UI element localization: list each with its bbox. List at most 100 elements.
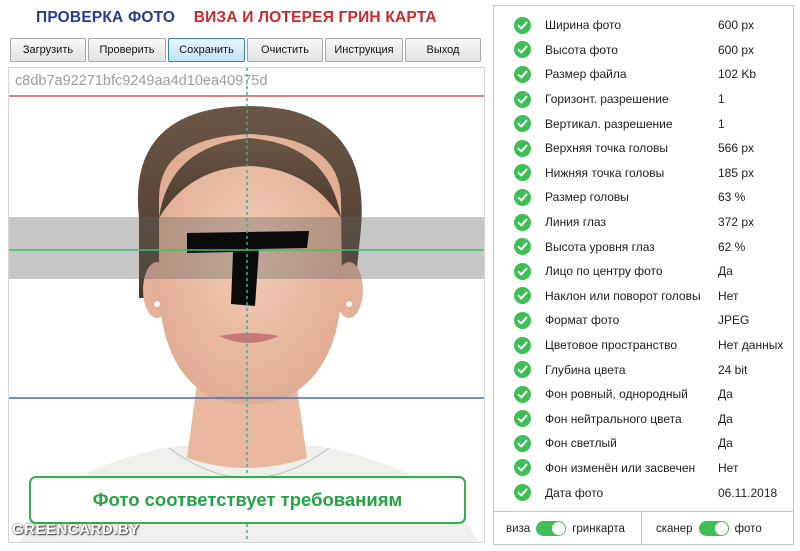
mode-toggles: виза гринкарта сканер фото bbox=[494, 511, 793, 545]
save-button[interactable]: Сохранить bbox=[168, 38, 245, 62]
check-row: Фон изменён или засвечен Нет bbox=[494, 456, 793, 481]
toggle-knob bbox=[552, 522, 566, 535]
check-value: Да bbox=[718, 411, 733, 426]
checkmark-icon bbox=[514, 262, 531, 280]
status-message: Фото соответствует требованиям bbox=[29, 476, 466, 524]
check-label: Формат фото bbox=[545, 313, 620, 328]
toggle-greencard-label: гринкарта bbox=[572, 522, 625, 535]
check-value: 185 px bbox=[718, 165, 755, 180]
check-row: Вертикал. разрешение 1 bbox=[494, 111, 793, 136]
check-row: Лицо по центру фото Да bbox=[494, 259, 793, 284]
load-button[interactable]: Загрузить bbox=[10, 38, 86, 62]
visa-greencard-group: виза гринкарта bbox=[494, 512, 642, 545]
title-visa-lottery: ВИЗА И ЛОТЕРЕЯ ГРИН КАРТА bbox=[193, 9, 437, 26]
check-list: Ширина фото 600 px Высота фото 600 px Размер… bbox=[494, 13, 793, 505]
toggle-knob bbox=[714, 522, 728, 535]
check-label: Фон светлый bbox=[545, 436, 617, 451]
check-label: Высота уровня глаз bbox=[545, 239, 655, 254]
checkmark-icon bbox=[514, 188, 531, 206]
check-label: Горизонт. разрешение bbox=[545, 92, 669, 107]
check-label: Нижняя точка головы bbox=[545, 165, 665, 180]
check-label: Вертикал. разрешение bbox=[545, 116, 673, 131]
check-row: Дата фото 06.11.2018 bbox=[494, 480, 793, 505]
checkmark-icon bbox=[514, 311, 531, 329]
instructions-button[interactable]: Инструкция bbox=[325, 38, 403, 62]
check-value: 62 % bbox=[718, 239, 746, 254]
check-value: Да bbox=[718, 264, 733, 279]
toggle-photo-label: фото bbox=[734, 522, 762, 535]
checkmark-icon bbox=[514, 16, 531, 34]
watermark: GREENCARD.BY bbox=[12, 521, 140, 538]
check-row: Верхняя точка головы 566 px bbox=[494, 136, 793, 161]
check-value: 566 px bbox=[718, 141, 755, 156]
check-value: Нет bbox=[718, 288, 739, 303]
toolbar: Загрузить Проверить Сохранить Очистить И… bbox=[10, 38, 481, 62]
check-label: Ширина фото bbox=[545, 18, 622, 33]
toggle-visa-label: виза bbox=[506, 522, 531, 535]
checkmark-icon bbox=[514, 410, 531, 428]
checkmark-icon bbox=[514, 287, 531, 305]
check-label: Фон ровный, однородный bbox=[545, 387, 688, 402]
checkmark-icon bbox=[514, 434, 531, 452]
checkmark-icon bbox=[514, 41, 531, 59]
check-value: JPEG bbox=[718, 313, 750, 328]
portrait-photo bbox=[9, 68, 484, 542]
check-row: Размер головы 63 % bbox=[494, 185, 793, 210]
check-value: Нет bbox=[718, 460, 739, 475]
checkmark-icon bbox=[514, 385, 531, 403]
check-value: 600 px bbox=[718, 18, 755, 33]
check-value: Нет данных bbox=[718, 338, 784, 353]
check-row: Фон нейтрального цвета Да bbox=[494, 407, 793, 432]
check-row: Горизонт. разрешение 1 bbox=[494, 87, 793, 112]
checkmark-icon bbox=[514, 361, 531, 379]
checkmark-icon bbox=[514, 213, 531, 231]
toggle-scanner-label: сканер bbox=[656, 522, 693, 535]
photo-id: c8db7a92271bfc9249aa4d10ea40975d bbox=[15, 73, 268, 89]
checkmark-icon bbox=[514, 238, 531, 256]
check-row: Фон ровный, однородный Да bbox=[494, 382, 793, 407]
check-label: Линия глаз bbox=[545, 215, 606, 230]
checkmark-icon bbox=[514, 164, 531, 182]
check-value: Да bbox=[718, 436, 733, 451]
check-value: 102 Kb bbox=[718, 67, 757, 82]
check-label: Фон изменён или засвечен bbox=[545, 460, 696, 475]
checkmark-icon bbox=[514, 115, 531, 133]
check-label: Высота фото bbox=[545, 42, 618, 57]
check-button[interactable]: Проверить bbox=[88, 38, 166, 62]
check-value: 1 bbox=[718, 92, 725, 107]
check-row: Фон светлый Да bbox=[494, 431, 793, 456]
check-value: 372 px bbox=[718, 215, 755, 230]
check-value: 63 % bbox=[718, 190, 746, 205]
checkmark-icon bbox=[514, 459, 531, 477]
clear-button[interactable]: Очистить bbox=[247, 38, 323, 62]
check-label: Лицо по центру фото bbox=[545, 264, 663, 279]
check-row: Цветовое пространство Нет данных bbox=[494, 333, 793, 358]
check-label: Цветовое пространство bbox=[545, 338, 678, 353]
visa-greencard-toggle[interactable] bbox=[536, 521, 567, 536]
checkmark-icon bbox=[514, 484, 531, 502]
check-label: Фон нейтрального цвета bbox=[545, 411, 682, 426]
check-row: Ширина фото 600 px bbox=[494, 13, 793, 38]
check-row: Высота фото 600 px bbox=[494, 38, 793, 63]
scanner-photo-toggle[interactable] bbox=[698, 521, 729, 536]
check-row: Глубина цвета 24 bit bbox=[494, 357, 793, 382]
check-value: 600 px bbox=[718, 42, 755, 57]
checkmark-icon bbox=[514, 336, 531, 354]
check-row: Нижняя точка головы 185 px bbox=[494, 161, 793, 186]
exit-button[interactable]: Выход bbox=[405, 38, 481, 62]
title-photo-check: ПРОВЕРКА ФОТО bbox=[36, 9, 176, 26]
check-label: Размер головы bbox=[545, 190, 629, 205]
check-value: 1 bbox=[718, 116, 725, 131]
check-row: Наклон или поворот головы Нет bbox=[494, 284, 793, 309]
checkmark-icon bbox=[514, 65, 531, 83]
check-row: Линия глаз 372 px bbox=[494, 210, 793, 235]
check-label: Дата фото bbox=[545, 485, 604, 500]
scanner-photo-group: сканер фото bbox=[642, 512, 762, 545]
app-title: ПРОВЕРКА ФОТО ВИЗА И ЛОТЕРЕЯ ГРИН КАРТА bbox=[36, 9, 437, 27]
check-row: Высота уровня глаз 62 % bbox=[494, 234, 793, 259]
check-value: 24 bit bbox=[718, 362, 748, 377]
check-label: Наклон или поворот головы bbox=[545, 288, 701, 303]
photo-preview: c8db7a92271bfc9249aa4d10ea40975d bbox=[8, 67, 485, 543]
check-row: Формат фото JPEG bbox=[494, 308, 793, 333]
check-results-panel: Ширина фото 600 px Высота фото 600 px Размер… bbox=[493, 5, 794, 545]
